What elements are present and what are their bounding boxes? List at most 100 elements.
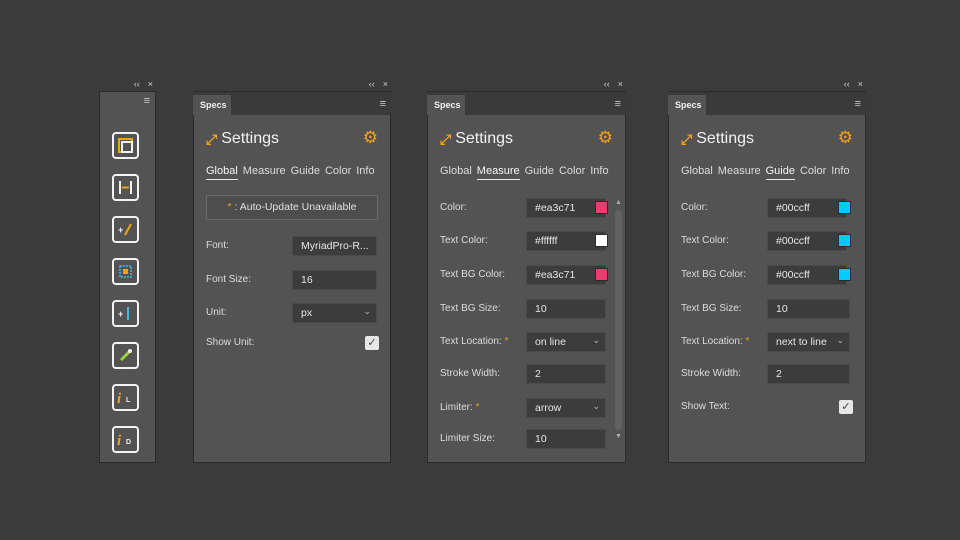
text-location-select[interactable]: on line ⌄ bbox=[526, 332, 606, 352]
tab-measure[interactable]: Measure bbox=[718, 165, 761, 180]
chevron-down-icon: ⌄ bbox=[592, 401, 600, 411]
color-label: Color: bbox=[681, 202, 708, 213]
tab-specs[interactable]: Specs bbox=[427, 95, 465, 116]
limiter-select[interactable]: arrow ⌄ bbox=[526, 398, 606, 418]
tab-info[interactable]: Info bbox=[831, 165, 849, 180]
tab-guide[interactable]: Guide bbox=[765, 165, 795, 180]
color-field[interactable]: #00ccff bbox=[767, 198, 847, 218]
color-swatch[interactable] bbox=[595, 201, 608, 214]
color-swatch[interactable] bbox=[838, 201, 851, 214]
text-bg-size-field[interactable]: 10 bbox=[767, 299, 850, 319]
text-color-field[interactable]: #00ccff bbox=[767, 231, 847, 251]
panel-menu-icon[interactable]: ≡ bbox=[615, 99, 621, 110]
gear-icon[interactable]: ⚙ bbox=[598, 129, 613, 146]
color-field[interactable]: #ea3c71 bbox=[526, 198, 606, 218]
tools-panel: ‹‹ × ≡ + + iL iD bbox=[99, 78, 156, 463]
text-bg-color-row: Text BG Color: #00ccff bbox=[681, 265, 855, 285]
text-color-swatch[interactable] bbox=[595, 234, 608, 247]
specs-panel-guide: ‹‹ × Specs ≡ ⤢ Settings ⚙ Global Measure… bbox=[668, 78, 866, 463]
spec-tool-info-d-icon[interactable]: iD bbox=[112, 426, 139, 453]
panel-controls: ‹‹ × bbox=[668, 78, 866, 91]
panel-body: ⤢ Settings ⚙ Global Measure Guide Color … bbox=[193, 115, 391, 463]
tab-measure[interactable]: Measure bbox=[243, 165, 286, 180]
stroke-width-field[interactable]: 2 bbox=[526, 364, 606, 384]
font-row: Font: MyriadPro-R... bbox=[206, 236, 380, 256]
show-unit-label: Show Unit: bbox=[206, 337, 255, 348]
spec-tool-add-text-icon[interactable]: + bbox=[112, 216, 139, 243]
tab-specs[interactable]: Specs bbox=[193, 95, 231, 116]
tab-measure[interactable]: Measure bbox=[476, 165, 520, 180]
scroll-down-icon[interactable]: ▼ bbox=[614, 432, 623, 442]
tab-global[interactable]: Global bbox=[681, 165, 713, 180]
settings-title: Settings bbox=[221, 130, 280, 147]
text-bg-color-field[interactable]: #00ccff bbox=[767, 265, 847, 285]
collapse-icon[interactable]: ‹‹ bbox=[369, 78, 375, 91]
text-bg-size-row: Text BG Size: 10 bbox=[440, 299, 615, 319]
panel-menu-icon[interactable]: ≡ bbox=[855, 99, 861, 110]
text-location-row: Text Location: * next to line ⌄ bbox=[681, 332, 855, 352]
panel-menu-icon[interactable]: ≡ bbox=[380, 99, 386, 110]
panel-controls: ‹‹ × bbox=[427, 78, 626, 91]
tab-global[interactable]: Global bbox=[440, 165, 472, 180]
tab-global[interactable]: Global bbox=[206, 165, 238, 180]
auto-update-star: * bbox=[227, 201, 232, 213]
spec-tool-width-icon[interactable] bbox=[112, 174, 139, 201]
text-color-field[interactable]: #ffffff bbox=[526, 231, 606, 251]
limiter-size-field[interactable]: 10 bbox=[526, 429, 606, 449]
scroll-up-icon[interactable]: ▲ bbox=[614, 198, 623, 208]
spec-tool-info-l-icon[interactable]: iL bbox=[112, 384, 139, 411]
required-star: * bbox=[504, 336, 509, 347]
tab-color[interactable]: Color bbox=[325, 165, 351, 180]
spec-tool-add-line-icon[interactable]: + bbox=[112, 300, 139, 327]
collapse-icon[interactable]: ‹‹ bbox=[844, 78, 850, 91]
svg-text:L: L bbox=[126, 397, 131, 404]
collapse-icon[interactable]: ‹‹ bbox=[604, 78, 610, 91]
text-bg-color-label: Text BG Color: bbox=[440, 269, 506, 280]
collapse-icon[interactable]: ‹‹ bbox=[134, 78, 140, 91]
spec-tool-bounds-icon[interactable] bbox=[112, 132, 139, 159]
text-location-value: on line bbox=[535, 336, 566, 348]
text-bg-color-field[interactable]: #ea3c71 bbox=[526, 265, 606, 285]
close-icon[interactable]: × bbox=[383, 78, 388, 91]
show-text-row: Show Text: ✓ bbox=[681, 397, 855, 417]
auto-update-button[interactable]: * : Auto-Update Unavailable bbox=[206, 195, 378, 220]
font-size-field[interactable]: 16 bbox=[292, 270, 377, 290]
close-icon[interactable]: × bbox=[148, 78, 153, 91]
limiter-value: arrow bbox=[535, 402, 562, 414]
gear-icon[interactable]: ⚙ bbox=[838, 129, 853, 146]
show-text-checkbox[interactable]: ✓ bbox=[839, 400, 853, 414]
unit-select[interactable]: px ⌄ bbox=[292, 303, 377, 323]
show-unit-checkbox[interactable]: ✓ bbox=[365, 336, 379, 350]
close-icon[interactable]: × bbox=[858, 78, 863, 91]
stroke-width-row: Stroke Width: 2 bbox=[440, 364, 615, 384]
panel-menu-icon[interactable]: ≡ bbox=[144, 96, 150, 107]
unit-label: Unit: bbox=[206, 307, 227, 318]
text-location-select[interactable]: next to line ⌄ bbox=[767, 332, 850, 352]
spec-tool-select-icon[interactable] bbox=[112, 258, 139, 285]
scrollbar[interactable]: ▲ ▼ bbox=[614, 198, 623, 453]
spec-tool-eyedropper-icon[interactable] bbox=[112, 342, 139, 369]
tab-guide[interactable]: Guide bbox=[291, 165, 320, 180]
text-bg-color-swatch[interactable] bbox=[838, 268, 851, 281]
tab-specs[interactable]: Specs bbox=[668, 95, 706, 116]
tab-info[interactable]: Info bbox=[356, 165, 374, 180]
unit-row: Unit: px ⌄ bbox=[206, 303, 380, 323]
text-bg-color-swatch[interactable] bbox=[595, 268, 608, 281]
settings-heading: ⤢ Settings bbox=[440, 130, 513, 148]
text-bg-size-label: Text BG Size: bbox=[440, 303, 501, 314]
stroke-width-field[interactable]: 2 bbox=[767, 364, 850, 384]
required-star: * bbox=[475, 402, 480, 413]
text-color-swatch[interactable] bbox=[838, 234, 851, 247]
tab-color[interactable]: Color bbox=[800, 165, 826, 180]
tab-color[interactable]: Color bbox=[559, 165, 585, 180]
tab-info[interactable]: Info bbox=[590, 165, 608, 180]
text-bg-size-field[interactable]: 10 bbox=[526, 299, 606, 319]
close-icon[interactable]: × bbox=[618, 78, 623, 91]
text-bg-size-label: Text BG Size: bbox=[681, 303, 742, 314]
font-field[interactable]: MyriadPro-R... bbox=[292, 236, 377, 256]
scrollbar-thumb[interactable] bbox=[615, 210, 622, 430]
expand-arrow-icon: ⤢ bbox=[440, 130, 452, 147]
tab-guide[interactable]: Guide bbox=[525, 165, 554, 180]
gear-icon[interactable]: ⚙ bbox=[363, 129, 378, 146]
settings-tabs: Global Measure Guide Color Info bbox=[440, 165, 609, 180]
